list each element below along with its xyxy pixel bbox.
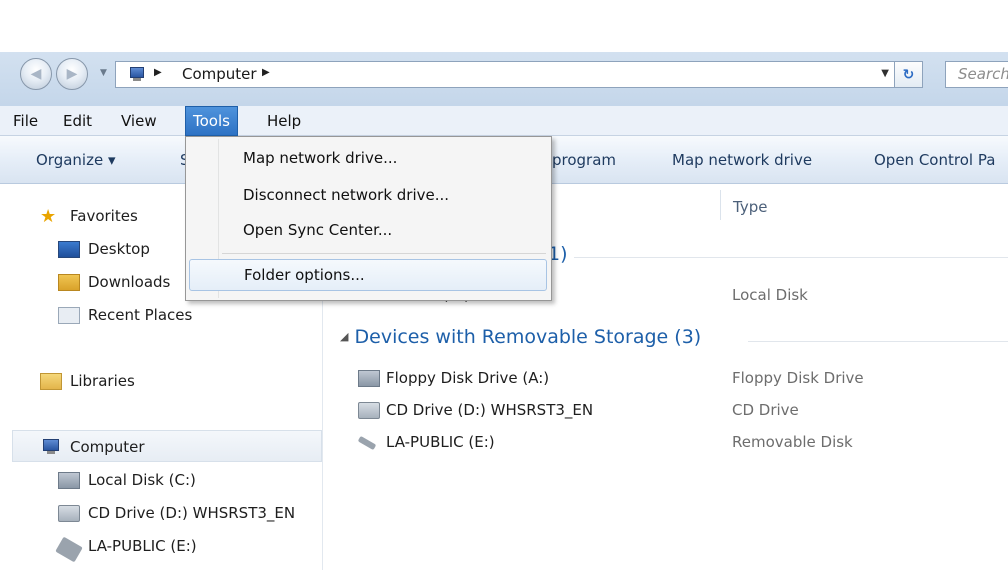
star-icon: ★ [40, 206, 57, 227]
menu-file[interactable]: File [6, 106, 45, 136]
group-divider [748, 341, 1008, 342]
device-row-floppy[interactable]: Floppy Disk Drive (A:) [358, 369, 549, 387]
menu-open-sync-center[interactable]: Open Sync Center... [189, 214, 547, 246]
cd-drive-icon [358, 402, 380, 419]
refresh-icon: ↻ [902, 66, 915, 83]
collapse-triangle-icon[interactable]: ◢ [340, 330, 348, 343]
device-type-local-disk: Local Disk [732, 286, 808, 304]
organize-button[interactable]: Organize ▾ [36, 136, 116, 184]
menu-bar: File Edit View Tools Help [0, 106, 1008, 136]
group-divider [574, 257, 1008, 258]
tools-menu: Map network drive... Disconnect network … [185, 136, 552, 301]
menu-view[interactable]: View [114, 106, 164, 136]
title-bar [0, 0, 1008, 52]
forward-arrow-icon: ▶ [66, 66, 78, 82]
menu-separator [222, 253, 546, 254]
column-separator [720, 190, 721, 220]
local-disk-icon [58, 472, 80, 489]
uninstall-program-button[interactable]: program [552, 136, 616, 184]
menu-folder-options[interactable]: Folder options... [189, 259, 547, 291]
device-type-cd-drive: CD Drive [732, 401, 799, 419]
back-button[interactable]: ◀ [20, 58, 52, 90]
device-type-la-public: Removable Disk [732, 433, 853, 451]
downloads-folder-icon [58, 274, 80, 291]
breadcrumb-arrow-icon[interactable]: ▶ [262, 67, 270, 78]
menu-edit[interactable]: Edit [56, 106, 99, 136]
usb-drive-icon [357, 435, 377, 450]
search-placeholder: Search [958, 65, 1008, 83]
column-header-type[interactable]: Type [733, 198, 767, 216]
computer-icon [40, 439, 62, 456]
device-row-cd-drive[interactable]: CD Drive (D:) WHSRST3_EN [358, 401, 593, 419]
group-removable-storage[interactable]: ◢ Devices with Removable Storage (3) [340, 326, 701, 348]
breadcrumb-arrow-icon[interactable]: ▶ [154, 67, 162, 78]
floppy-drive-icon [358, 370, 380, 387]
device-type-floppy: Floppy Disk Drive [732, 369, 864, 387]
map-network-drive-button[interactable]: Map network drive [672, 136, 812, 184]
desktop-icon [58, 241, 80, 258]
computer-icon [127, 67, 147, 82]
menu-tools[interactable]: Tools [185, 106, 238, 136]
menu-disconnect-network-drive[interactable]: Disconnect network drive... [189, 179, 547, 211]
back-arrow-icon: ◀ [30, 66, 42, 82]
breadcrumb-computer[interactable]: Computer [182, 65, 257, 83]
recent-places-icon [58, 307, 80, 324]
menu-map-network-drive[interactable]: Map network drive... [189, 142, 547, 174]
forward-button[interactable]: ▶ [56, 58, 88, 90]
open-control-panel-button[interactable]: Open Control Pa [874, 136, 995, 184]
libraries-icon [40, 373, 62, 390]
address-bar[interactable]: ▶ Computer ▶ ▼ [115, 61, 923, 88]
address-dropdown-icon[interactable]: ▼ [881, 68, 889, 79]
menu-help[interactable]: Help [260, 106, 308, 136]
cd-drive-icon [58, 505, 80, 522]
device-row-la-public[interactable]: LA-PUBLIC (E:) [357, 433, 495, 451]
refresh-button[interactable]: ↻ [894, 61, 923, 88]
recent-pages-chevron-icon[interactable]: ▼ [100, 68, 107, 78]
search-input[interactable]: Search [945, 61, 1008, 88]
